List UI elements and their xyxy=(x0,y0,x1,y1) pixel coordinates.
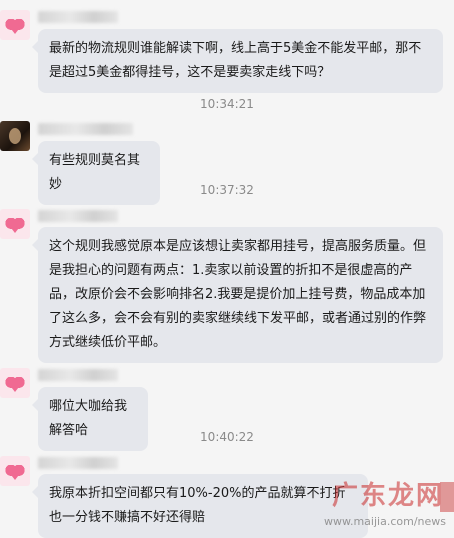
user-avatar[interactable] xyxy=(0,10,30,40)
message-bubble: 最新的物流规则谁能解读下啊，线上高于5美金不能发平邮，那不是超过5美金都得挂号，… xyxy=(32,29,443,93)
message-bubble: 这个规则我感觉原本是应该想让卖家都用挂号，提高服务质量。但是我担心的问题有两点：… xyxy=(32,227,443,363)
blurred-nickname xyxy=(38,123,133,135)
watermark: 广东龙网 www.maijia.com/news xyxy=(304,470,454,532)
timestamp: 10:34:21 xyxy=(200,97,254,111)
message-text: 我原本折扣空间都只有10%-20%的产品就算不打折也一分钱不赚搞不好还得赔 xyxy=(49,486,346,525)
user-avatar[interactable] xyxy=(0,456,30,486)
timestamp: 10:37:32 xyxy=(200,183,254,197)
watermark-url: www.maijia.com/news xyxy=(323,515,446,528)
timestamp: 10:40:22 xyxy=(200,430,254,444)
blurred-nickname xyxy=(38,11,118,23)
blurred-nickname xyxy=(38,369,118,381)
blurred-nickname xyxy=(38,457,118,469)
message-text: 这个规则我感觉原本是应该想让卖家都用挂号，提高服务质量。但是我担心的问题有两点：… xyxy=(49,239,427,350)
message-text: 最新的物流规则谁能解读下啊，线上高于5美金不能发平邮，那不是超过5美金都得挂号，… xyxy=(49,41,422,80)
watermark-logo-text: 广东龙网 xyxy=(331,481,444,511)
user-avatar[interactable] xyxy=(0,121,30,151)
user-avatar[interactable] xyxy=(0,209,30,239)
user-avatar[interactable] xyxy=(0,368,30,398)
chat-history: 最新的物流规则谁能解读下啊，线上高于5美金不能发平邮，那不是超过5美金都得挂号，… xyxy=(0,0,454,538)
blurred-nickname xyxy=(38,210,118,222)
